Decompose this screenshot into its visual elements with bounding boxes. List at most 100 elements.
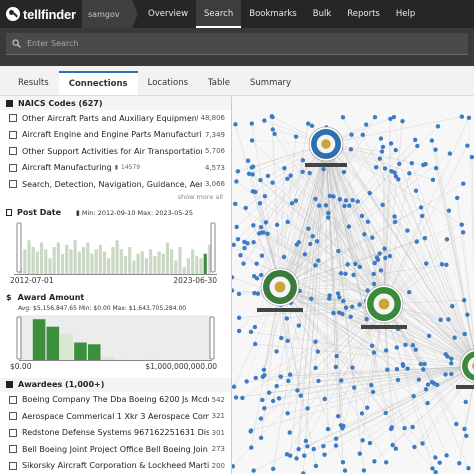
checkbox[interactable] — [9, 428, 17, 437]
graph-node — [341, 423, 346, 429]
graph-node — [449, 371, 454, 377]
nav-search[interactable]: Search — [196, 0, 242, 28]
graph-node — [284, 452, 290, 457]
tab-locations[interactable]: Locations — [138, 71, 198, 95]
awardees-header[interactable]: Awardees (1,000+) — [0, 377, 231, 392]
graph-node — [321, 444, 326, 449]
graph-node — [262, 406, 267, 411]
checkbox[interactable] — [9, 445, 17, 454]
network-graph-canvas[interactable] — [232, 96, 474, 474]
graph-node — [452, 335, 457, 340]
graph-node — [295, 388, 300, 393]
histogram-bar — [77, 251, 81, 274]
graph-node — [397, 161, 402, 167]
naics-item-count: 3,066 — [204, 180, 225, 189]
tab-connections[interactable]: Connections — [58, 71, 138, 95]
graph-node — [393, 147, 398, 153]
graph-node — [343, 305, 349, 310]
histogram-bar — [86, 242, 90, 274]
checkbox[interactable] — [9, 163, 17, 172]
graph-node — [413, 137, 418, 143]
tab-summary[interactable]: Summary — [240, 71, 301, 95]
checkbox[interactable] — [9, 412, 17, 421]
checkbox[interactable] — [9, 461, 17, 470]
graph-node — [287, 372, 293, 377]
graph-node — [439, 262, 445, 267]
histogram-bar — [102, 251, 107, 274]
nav-bookmarks[interactable]: Bookmarks — [241, 0, 305, 28]
naics-item[interactable]: Other Support Activities for Air Transpo… — [0, 143, 231, 160]
naics-header[interactable]: NAICS Codes (627) — [0, 96, 231, 110]
graph-node — [313, 196, 318, 202]
nav-help[interactable]: Help — [388, 0, 423, 28]
graph-node — [300, 169, 305, 175]
naics-item[interactable]: Search, Detection, Navigation, Guidance,… — [0, 176, 231, 193]
histogram-bar — [94, 248, 98, 274]
graph-node — [449, 361, 454, 366]
histogram-bar — [27, 239, 31, 274]
histogram-bar — [140, 251, 144, 274]
award-amount-histogram[interactable] — [14, 314, 217, 361]
awardee-item[interactable]: Redstone Defense Systems 967162251631 Di… — [0, 425, 231, 442]
show-more-link[interactable]: show more all — [0, 193, 231, 205]
checkbox[interactable] — [9, 114, 17, 123]
graph-node — [265, 231, 270, 237]
post-date-histogram[interactable] — [14, 221, 217, 275]
histogram-bar — [161, 253, 165, 274]
graph-node — [260, 397, 265, 403]
naics-item[interactable]: Other Aircraft Parts and Auxiliary Equip… — [0, 110, 231, 127]
checkbox[interactable] — [9, 180, 17, 189]
checkbox[interactable] — [9, 147, 17, 156]
graph-node — [426, 333, 432, 339]
checkbox[interactable] — [9, 395, 17, 404]
graph-node — [316, 378, 321, 384]
histogram-bar — [119, 248, 123, 274]
range-handle — [209, 316, 215, 359]
graph-edge — [395, 176, 474, 360]
graph-node — [431, 381, 437, 386]
awardee-item[interactable]: Bell Boeing Joint Project Office Bell Bo… — [0, 441, 231, 458]
graph-node — [337, 197, 343, 202]
histogram-bar — [65, 244, 69, 274]
histogram-bar — [98, 244, 102, 274]
naics-item[interactable]: Aircraft Manufacturing ▮ 14579 4,573 — [0, 160, 231, 177]
graph-node — [444, 262, 449, 268]
collapse-square-icon — [6, 381, 13, 388]
search-input[interactable] — [27, 39, 427, 48]
naics-item[interactable]: Aircraft Engine and Engine Parts Manufac… — [0, 127, 231, 144]
graph-edge — [279, 286, 446, 355]
graph-node — [274, 349, 279, 354]
graph-node — [294, 456, 299, 461]
graph-node — [258, 177, 263, 183]
nav-bulk[interactable]: Bulk — [305, 0, 340, 28]
graph-node — [345, 262, 350, 267]
search-box[interactable] — [6, 33, 468, 55]
tab-results[interactable]: Results — [8, 71, 59, 95]
naics-item-count: 5,706 — [204, 147, 225, 156]
graph-node — [341, 298, 346, 304]
awardee-item[interactable]: Boeing Company The Dba Boeing 6200 Js Mc… — [0, 392, 231, 409]
logo[interactable]: tellfinder — [0, 0, 82, 28]
graph-node — [270, 114, 275, 120]
graph-node — [335, 413, 341, 419]
awardee-item[interactable]: Sikorsky Aircraft Corporation & Lockheed… — [0, 458, 231, 474]
graph-node — [454, 421, 459, 427]
graph-node — [414, 239, 419, 244]
graph-node — [323, 203, 329, 208]
awardee-item[interactable]: Aerospace Commerical 1 Xkr 3 Aerospace C… — [0, 408, 231, 425]
connections-graph[interactable] — [232, 96, 474, 474]
tab-table[interactable]: Table — [198, 71, 240, 95]
graph-node — [244, 379, 249, 384]
user-chip[interactable]: samgov — [82, 0, 138, 28]
facet-panel: NAICS Codes (627) Other Aircraft Parts a… — [0, 96, 232, 474]
graph-node — [380, 144, 386, 150]
nav-overview[interactable]: Overview — [140, 0, 196, 28]
histogram-bar — [35, 251, 39, 274]
award-min: $0.00 — [10, 361, 32, 371]
graph-node — [365, 405, 370, 410]
naics-item-label: Search, Detection, Navigation, Guidance,… — [22, 179, 202, 189]
nav-reports[interactable]: Reports — [339, 0, 388, 28]
checkbox[interactable] — [9, 130, 17, 139]
graph-node — [340, 115, 346, 120]
post-date-start: 2012-07-01 — [10, 275, 54, 285]
